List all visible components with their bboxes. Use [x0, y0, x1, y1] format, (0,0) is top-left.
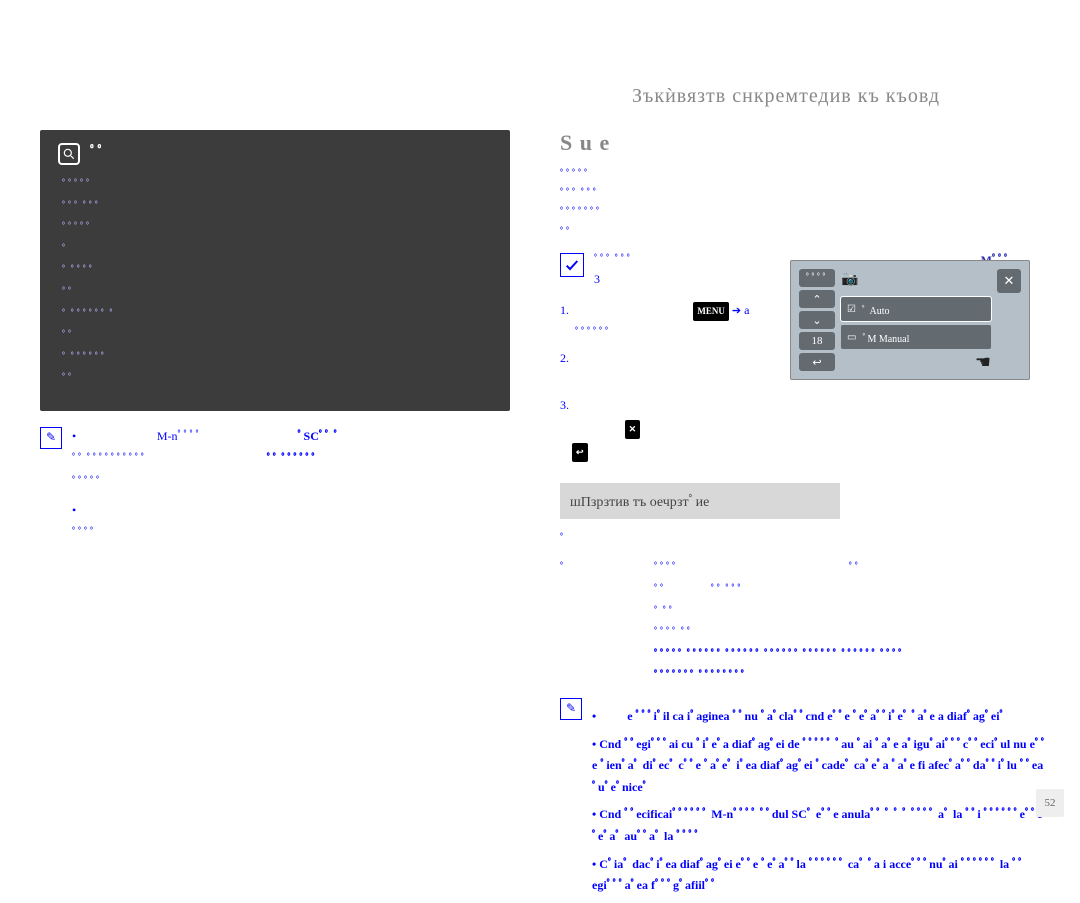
right-column: S u e ﾟﾟﾟﾟﾟ ﾟﾟﾟ ﾟﾟﾟ ﾟﾟﾟﾟﾟﾟﾟ ﾟﾟ Mﾟﾟﾟ ﾟﾟﾟ … — [560, 130, 1050, 903]
page-number: 52 — [1036, 789, 1064, 817]
definition-box: ﾟﾟ ﾟﾟﾟﾟﾟ ﾟﾟﾟ ﾟﾟﾟ ﾟﾟﾟﾟﾟ ﾟ ﾟ ﾟﾟﾟﾟ ﾟﾟ ﾟ ﾟﾟﾟ… — [40, 130, 510, 411]
definition-title: ﾟﾟ — [90, 140, 105, 167]
opt1-label: ﾟ Auto — [862, 302, 890, 317]
step3-d: ﾟ ﾟﾟ — [588, 444, 622, 458]
settings-table: ﾟ ﾟ ﾟﾟﾟﾟ ﾟﾟ ﾟﾟ ﾟﾟ ﾟﾟﾟ ﾟ ﾟﾟ ﾟﾟﾟﾟ ﾟﾟ ﾟﾟﾟﾟﾟ… — [560, 529, 1050, 688]
step1-b: a — [744, 303, 749, 317]
table-val-1 — [654, 529, 1050, 551]
note-line2a: ﾟﾟ ﾟﾟﾟﾟﾟﾟﾟﾟﾟﾟ — [72, 452, 147, 466]
step-3: 3. ﾟﾟ ﾟ ﾟﾟﾟﾟﾟ ✕ ﾟ ﾟﾟ ↩ ﾟ ﾟﾟ — [560, 394, 1050, 462]
note-line5: ﾟﾟﾟﾟ — [72, 526, 96, 540]
val2-l4: ﾟﾟﾟﾟ ﾟﾟ — [654, 626, 693, 640]
back-key-badge: ↩ — [572, 443, 588, 462]
val2-seq: ﾟﾟﾟﾟﾟ ﾟﾟﾟﾟﾟﾟ ﾟﾟﾟﾟﾟﾟ ﾟﾟﾟﾟﾟﾟ ﾟﾟﾟﾟﾟﾟ ﾟﾟﾟﾟﾟﾟ… — [654, 645, 1050, 667]
thumb-down-button[interactable]: ⌄ — [799, 311, 835, 329]
arrow-icon: ➔ — [732, 301, 741, 322]
step3-b: ﾟﾟﾟﾟﾟ — [572, 421, 625, 435]
val2-icon: ﾟﾟﾟﾟ — [654, 561, 678, 575]
footnote-text: ﾟﾟﾟﾟﾟﾟﾟﾟ M‑nﾟﾟﾟﾟ ﾟSCﾟﾟ ﾟ ﾟﾟ ﾟﾟﾟﾟﾟﾟﾟﾟﾟﾟ ﾟ… — [72, 425, 340, 551]
opt2-label: ﾟM Manual — [862, 330, 909, 345]
section-bar: шПзрзтив тъ оечрзтﾟие — [560, 483, 840, 519]
menu-key-badge: MENU — [693, 302, 729, 321]
manual-icon: ▭ — [847, 332, 856, 343]
table-lab-1: ﾟ — [560, 529, 624, 551]
thumb-left-panel: ﾟﾟﾟﾟ ⌃ ⌄ 18 ↩ — [799, 269, 835, 371]
table-lab-2: ﾟ — [560, 558, 624, 688]
step1-c: ﾟﾟﾟﾟﾟﾟ — [572, 326, 611, 340]
left-column: ﾟﾟ ﾟﾟﾟﾟﾟ ﾟﾟﾟ ﾟﾟﾟ ﾟﾟﾟﾟﾟ ﾟ ﾟ ﾟﾟﾟﾟ ﾟﾟ ﾟ ﾟﾟﾟ… — [40, 130, 510, 551]
hand-pointer-icon: ☚ — [975, 352, 991, 373]
step3-a: ﾟﾟ ﾟ — [594, 398, 606, 412]
check-icon — [560, 253, 584, 277]
thumb-value-18[interactable]: 18 — [799, 332, 835, 350]
thumb-option-auto[interactable]: ☑ ﾟ Auto — [841, 297, 991, 321]
checkbox-icon: ☑ — [847, 304, 856, 315]
note-line1: ﾟﾟﾟﾟﾟﾟﾟﾟ M‑nﾟﾟﾟﾟ — [154, 429, 202, 443]
long-note-1: ﾟﾟﾟe ﾟﾟﾟiﾟil ca iﾟaginea ﾟﾟnu ﾟaﾟclaﾟﾟcn… — [592, 706, 1050, 728]
long-note-3: Cnd ﾟﾟecificaiﾟﾟﾟﾟﾟﾟ M‑nﾟﾟﾟﾟ ﾟﾟdul SCﾟ e… — [592, 804, 1050, 847]
thumb-up-button[interactable]: ⌃ — [799, 290, 835, 308]
long-notes: ﾟﾟﾟe ﾟﾟﾟiﾟil ca iﾟaginea ﾟﾟnu ﾟaﾟclaﾟﾟcn… — [592, 706, 1050, 903]
magnifier-icon — [58, 143, 80, 165]
footnote-row: ✎ ﾟﾟﾟﾟﾟﾟﾟﾟ M‑nﾟﾟﾟﾟ ﾟSCﾟﾟ ﾟ ﾟﾟ ﾟﾟﾟﾟﾟﾟﾟﾟﾟﾟ… — [40, 425, 510, 551]
thumb-inner: ﾟﾟﾟﾟ ⌃ ⌄ 18 ↩ 📷 ✕ ☑ ﾟ Auto ▭ ﾟM Manual ☚ — [799, 269, 1021, 371]
val2-l2b: ﾟﾟ ﾟﾟﾟ — [723, 583, 744, 597]
step1-a: ﾟﾟﾟ ﾟ — [603, 303, 615, 317]
definition-title-row: ﾟﾟ — [58, 140, 492, 167]
thumb-close-button[interactable]: ✕ — [997, 269, 1021, 293]
camera-icon: 📷 — [841, 271, 858, 288]
long-note-4: Cﾟiaﾟ dacﾟiﾟea diafﾟagﾟei eﾟﾟe ﾟeﾟaﾟﾟla … — [592, 854, 1050, 897]
val2-seq2: ﾟﾟﾟﾟﾟﾟﾟ ﾟﾟﾟﾟﾟﾟﾟﾟ — [654, 666, 1050, 688]
definition-body: ﾟﾟﾟﾟﾟ ﾟﾟﾟ ﾟﾟﾟ ﾟﾟﾟﾟﾟ ﾟ ﾟ ﾟﾟﾟﾟ ﾟﾟ ﾟ ﾟﾟﾟﾟﾟﾟ… — [62, 175, 492, 391]
thumb-value-top[interactable]: ﾟﾟﾟﾟ — [799, 269, 835, 287]
camera-display-thumbnail: ﾟﾟﾟﾟ ⌃ ⌄ 18 ↩ 📷 ✕ ☑ ﾟ Auto ▭ ﾟM Manual ☚ — [790, 260, 1030, 380]
close-key-badge: ✕ — [625, 420, 641, 439]
thumb-back-button[interactable]: ↩ — [799, 353, 835, 371]
note-line2b: ﾟﾟ ﾟﾟﾟﾟﾟﾟ — [267, 452, 318, 466]
step2-b: ﾟ ﾟﾟ — [572, 374, 606, 388]
long-notes-row: ✎ ﾟﾟﾟe ﾟﾟﾟiﾟil ca iﾟaginea ﾟﾟnu ﾟaﾟclaﾟﾟ… — [560, 696, 1050, 903]
check-left: ﾟﾟﾟ ﾟﾟﾟ 3ﾟ ﾟﾟ — [594, 253, 633, 286]
long-note-2: Cnd ﾟﾟegiﾟﾟﾟai cu ﾟiﾟeﾟa diafﾟagﾟei de ﾟ… — [592, 734, 1050, 799]
note-line3: ﾟﾟﾟﾟﾟ — [72, 475, 102, 489]
thumb-option-manual[interactable]: ▭ ﾟM Manual — [841, 325, 991, 349]
table-row-1: ﾟ — [560, 529, 1050, 551]
step3-c: ﾟ ﾟﾟ — [640, 421, 674, 435]
intro-text: ﾟﾟﾟﾟﾟ ﾟﾟﾟ ﾟﾟﾟ ﾟﾟﾟﾟﾟﾟﾟ ﾟﾟ — [560, 166, 1050, 243]
val2-l3: ﾟ ﾟﾟ — [654, 605, 675, 619]
note-icon: ✎ — [40, 427, 62, 449]
table-val-2: ﾟﾟﾟﾟ ﾟﾟ ﾟﾟ ﾟﾟ ﾟﾟﾟ ﾟ ﾟﾟ ﾟﾟﾟﾟ ﾟﾟ ﾟﾟﾟﾟﾟ ﾟﾟﾟ… — [654, 558, 1050, 688]
note-icon-2: ✎ — [560, 698, 582, 720]
note-sc: ﾟSCﾟﾟ ﾟ — [298, 429, 340, 443]
right-heading: S u e — [560, 130, 1050, 156]
page-header: Зъкѝвязтв снкремтедив къ къовд — [632, 85, 940, 108]
table-row-2: ﾟ ﾟﾟﾟﾟ ﾟﾟ ﾟﾟ ﾟﾟ ﾟﾟﾟ ﾟ ﾟﾟ ﾟﾟﾟﾟ ﾟﾟ ﾟﾟﾟﾟﾟ ﾟ… — [560, 558, 1050, 688]
val2-l2a: ﾟﾟ — [654, 583, 669, 597]
note-line4: ﾟ ﾟﾟﾟﾟ ﾟﾟﾟ — [89, 503, 160, 517]
